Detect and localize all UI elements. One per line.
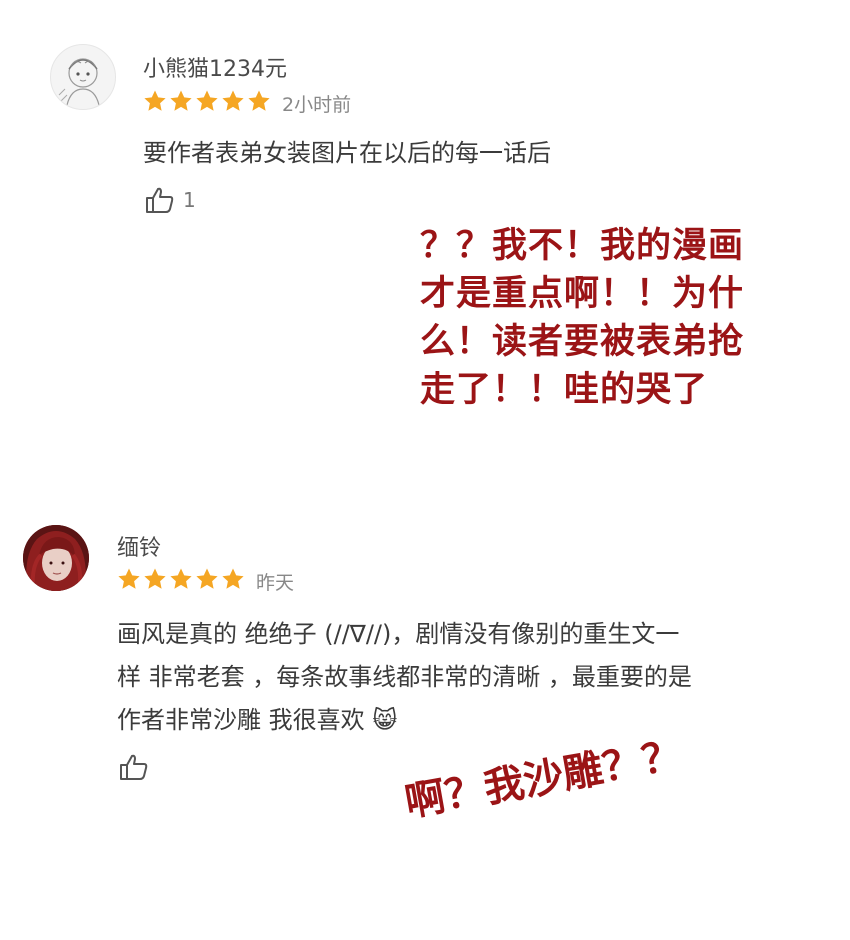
- comments-page: 小熊猫1234元 2小时前 要作者表弟女装图片在以后的每一话后 1 ？？我不！我…: [0, 0, 850, 940]
- annotation-line: 走了！！哇的哭了: [420, 370, 709, 410]
- annotation-second: 啊？我沙雕？？: [401, 732, 686, 827]
- annotation-line: ？？我不！我的漫画: [420, 226, 745, 266]
- star-icon: [170, 90, 192, 111]
- like-button[interactable]: 1: [145, 186, 196, 214]
- star-icon: [170, 568, 192, 589]
- star-icon: [144, 90, 166, 111]
- star-icon: [248, 90, 270, 111]
- comment-time: 昨天: [256, 572, 295, 594]
- annotation-line: 么！读者要被表弟抢: [420, 322, 745, 362]
- like-button[interactable]: [119, 753, 157, 781]
- annotation-line: 才是重点啊！！为什: [420, 274, 745, 314]
- thumbs-up-icon: [120, 754, 148, 780]
- comment-text-line: 画风是真的 绝绝子 (//∇//)，剧情没有像别的重生文一: [117, 620, 680, 648]
- avatar[interactable]: [23, 525, 89, 591]
- thumbs-up-icon: [146, 187, 174, 213]
- star-icon: [196, 568, 218, 589]
- comment-time: 2小时前: [282, 94, 352, 116]
- comment-1: 小熊猫1234元 2小时前 要作者表弟女装图片在以后的每一话后 1: [0, 0, 850, 230]
- star-icon: [144, 568, 166, 589]
- annotation-first: ？？我不！我的漫画 才是重点啊！！为什 么！读者要被表弟抢 走了！！哇的哭了: [420, 222, 744, 414]
- avatar-portrait-image: [23, 525, 89, 591]
- comment-text: 画风是真的 绝绝子 (//∇//)，剧情没有像别的重生文一 样 非常老套 ，每条…: [117, 613, 692, 742]
- star-rating: [117, 567, 245, 591]
- username[interactable]: 小熊猫1234元: [143, 51, 287, 83]
- star-rating: [143, 89, 271, 113]
- comment-text-line: 样 非常老套 ，每条故事线都非常的清晰 ，最重要的是: [117, 663, 692, 691]
- star-icon: [118, 568, 140, 589]
- star-icon: [222, 90, 244, 111]
- star-icon: [222, 568, 244, 589]
- comment-text: 要作者表弟女装图片在以后的每一话后: [143, 139, 551, 167]
- star-icon: [196, 90, 218, 111]
- avatar-sketch-image: [58, 58, 100, 106]
- like-count: 1: [183, 188, 196, 212]
- avatar[interactable]: [50, 44, 116, 110]
- username[interactable]: 缅铃: [117, 530, 161, 562]
